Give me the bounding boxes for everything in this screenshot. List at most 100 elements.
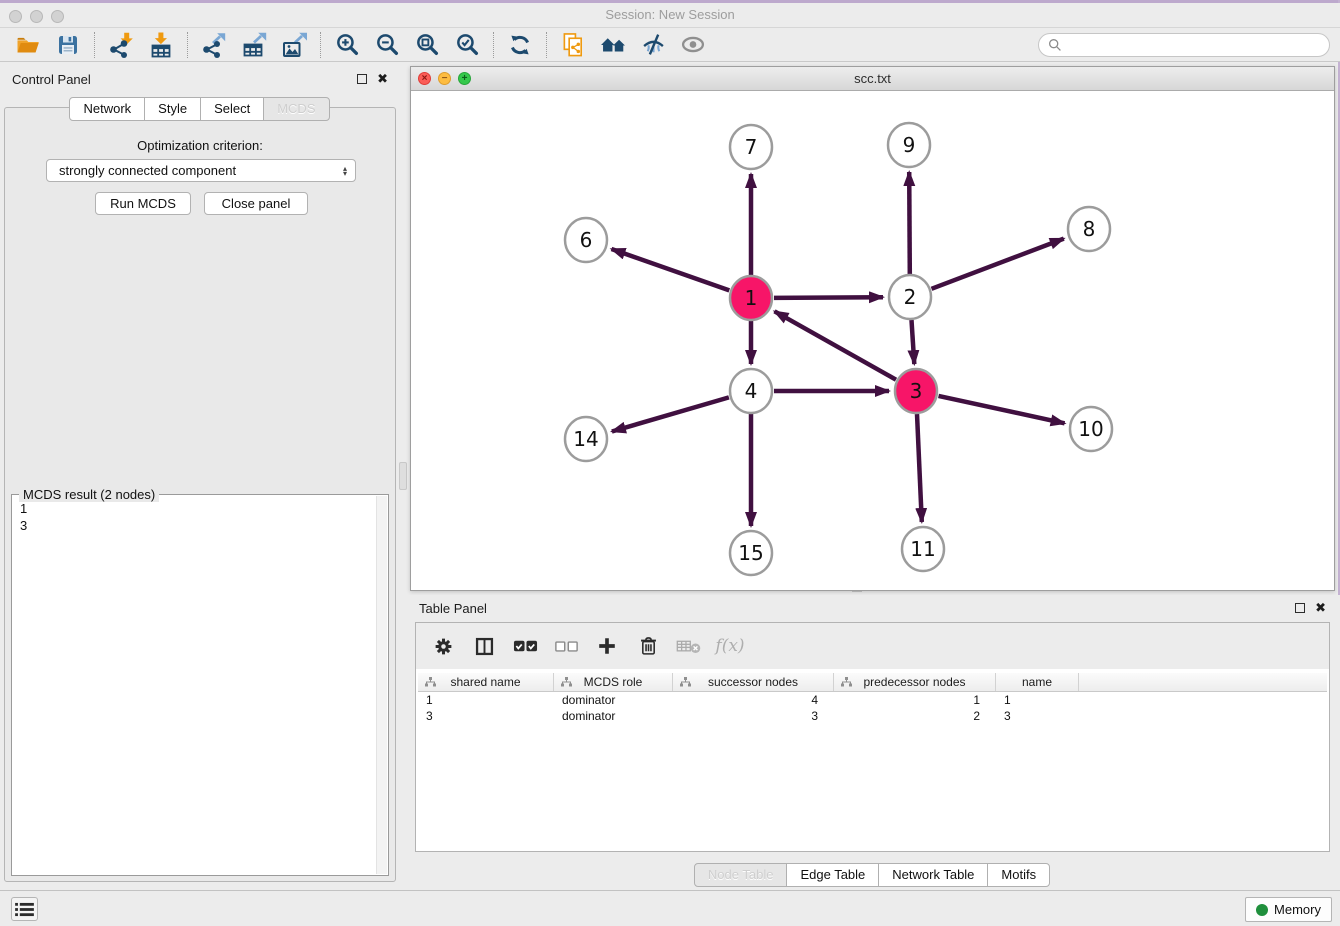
tab-style[interactable]: Style <box>144 97 201 121</box>
tab-mcds[interactable]: MCDS <box>263 97 329 121</box>
cell-successor-nodes[interactable]: 4 <box>673 692 834 708</box>
node-2[interactable]: 2 <box>889 275 931 319</box>
zoom-out-button[interactable] <box>367 30 407 60</box>
cell-successor-nodes[interactable]: 3 <box>673 708 834 724</box>
node-3[interactable]: 3 <box>895 369 937 413</box>
tab-select[interactable]: Select <box>200 97 264 121</box>
delete-table-button[interactable] <box>676 632 702 660</box>
select-all-button[interactable] <box>512 632 538 660</box>
close-panel-icon[interactable]: ✖ <box>377 73 388 85</box>
node-6[interactable]: 6 <box>565 218 607 262</box>
home-networks-button[interactable] <box>593 30 633 60</box>
open-session-button[interactable] <box>8 30 48 60</box>
mcds-result-text: 1 3 <box>20 500 368 871</box>
toolbar-separator <box>493 32 494 58</box>
float-panel-icon[interactable] <box>357 74 367 84</box>
node-label: 7 <box>745 135 758 159</box>
edge-2-to-3[interactable] <box>912 320 915 364</box>
node-8[interactable]: 8 <box>1068 207 1110 251</box>
application-window: Session: New Session <box>0 0 1340 926</box>
node-9[interactable]: 9 <box>888 123 930 167</box>
tab-network[interactable]: Network <box>69 97 145 121</box>
node-label: 8 <box>1083 217 1096 241</box>
edge-3-to-11[interactable] <box>917 414 922 522</box>
add-column-button[interactable] <box>594 632 620 660</box>
node-10[interactable]: 10 <box>1070 407 1112 451</box>
node-15[interactable]: 15 <box>730 531 772 575</box>
network-canvas[interactable]: 7 9 6 8 1 2 4 3 14 10 15 11 <box>411 91 1334 590</box>
edge-1-to-6[interactable] <box>612 249 730 290</box>
cell-mcds-role[interactable]: dominator <box>554 708 673 724</box>
hide-graphics-details-button[interactable] <box>633 30 673 60</box>
zoom-in-button[interactable] <box>327 30 367 60</box>
column-header-name[interactable]: name <box>996 673 1079 691</box>
cell-predecessor-nodes[interactable]: 1 <box>834 692 996 708</box>
columns-icon <box>474 636 495 657</box>
criterion-dropdown[interactable]: strongly connected component ▴▾ <box>46 159 356 182</box>
table-row[interactable]: 1dominator411 <box>418 692 1327 708</box>
cell-shared-name[interactable]: 1 <box>418 692 554 708</box>
toolbar-separator <box>94 32 95 58</box>
delete-column-button[interactable] <box>635 632 661 660</box>
clear-selection-button[interactable] <box>553 632 579 660</box>
cell-predecessor-nodes[interactable]: 2 <box>834 708 996 724</box>
cell-name[interactable]: 3 <box>996 708 1079 724</box>
close-panel-button[interactable]: Close panel <box>204 192 308 215</box>
tab-node-table[interactable]: Node Table <box>694 863 788 887</box>
show-graphics-details-button[interactable] <box>673 30 713 60</box>
edge-2-to-9[interactable] <box>909 172 910 274</box>
column-header-shared-name[interactable]: shared name <box>418 673 554 691</box>
edge-1-to-2[interactable] <box>774 297 883 298</box>
open-folder-icon <box>15 33 42 57</box>
node-1[interactable]: 1 <box>730 276 772 320</box>
memory-button[interactable]: Memory <box>1245 897 1332 922</box>
edge-3-to-10[interactable] <box>939 396 1065 423</box>
table-settings-button[interactable] <box>430 632 456 660</box>
apply-function-button[interactable]: f(x) <box>717 632 743 660</box>
edge-3-to-1[interactable] <box>775 311 897 379</box>
zoom-out-icon <box>375 32 400 57</box>
export-image-button[interactable] <box>274 30 314 60</box>
node-14[interactable]: 14 <box>565 417 607 461</box>
table-panel-tabs: Node TableEdge TableNetwork TableMotifs <box>405 863 1340 887</box>
float-table-panel-icon[interactable] <box>1295 603 1305 613</box>
result-scrollbar[interactable] <box>376 496 387 874</box>
cell-mcds-role[interactable]: dominator <box>554 692 673 708</box>
panel-menu-button[interactable] <box>11 897 38 921</box>
column-header-successor-nodes[interactable]: successor nodes <box>673 673 834 691</box>
vertical-splitter-handle[interactable] <box>399 462 407 490</box>
close-table-panel-icon[interactable]: ✖ <box>1315 602 1326 614</box>
save-session-button[interactable] <box>48 30 88 60</box>
import-table-button[interactable] <box>141 30 181 60</box>
column-header-predecessor-nodes[interactable]: predecessor nodes <box>834 673 996 691</box>
search-input[interactable] <box>1068 38 1320 52</box>
column-visibility-button[interactable] <box>471 632 497 660</box>
export-table-button[interactable] <box>234 30 274 60</box>
network-document-button[interactable] <box>553 30 593 60</box>
criterion-dropdown-value: strongly connected component <box>59 163 236 178</box>
app-title: Session: New Session <box>0 7 1340 22</box>
zoom-selected-button[interactable] <box>447 30 487 60</box>
edge-4-to-14[interactable] <box>612 397 729 431</box>
node-4[interactable]: 4 <box>730 369 772 413</box>
node-11[interactable]: 11 <box>902 527 944 571</box>
import-network-button[interactable] <box>101 30 141 60</box>
node-7[interactable]: 7 <box>730 125 772 169</box>
run-mcds-button[interactable]: Run MCDS <box>95 192 191 215</box>
edge-2-to-8[interactable] <box>932 239 1064 289</box>
apply-layout-button[interactable] <box>500 30 540 60</box>
cell-name[interactable]: 1 <box>996 692 1079 708</box>
zoom-fit-button[interactable] <box>407 30 447 60</box>
network-graph[interactable]: 7 9 6 8 1 2 4 3 14 10 15 11 <box>411 91 1334 590</box>
column-header-mcds-role[interactable]: MCDS role <box>554 673 673 691</box>
tab-network-table[interactable]: Network Table <box>878 863 988 887</box>
node-label: 1 <box>745 286 758 310</box>
network-window-titlebar: × − + scc.txt <box>411 67 1334 91</box>
table-row[interactable]: 3dominator323 <box>418 708 1327 724</box>
tab-motifs[interactable]: Motifs <box>987 863 1050 887</box>
cell-shared-name[interactable]: 3 <box>418 708 554 724</box>
tab-edge-table[interactable]: Edge Table <box>786 863 879 887</box>
search-field[interactable] <box>1038 33 1330 57</box>
memory-label: Memory <box>1274 902 1321 917</box>
export-network-button[interactable] <box>194 30 234 60</box>
